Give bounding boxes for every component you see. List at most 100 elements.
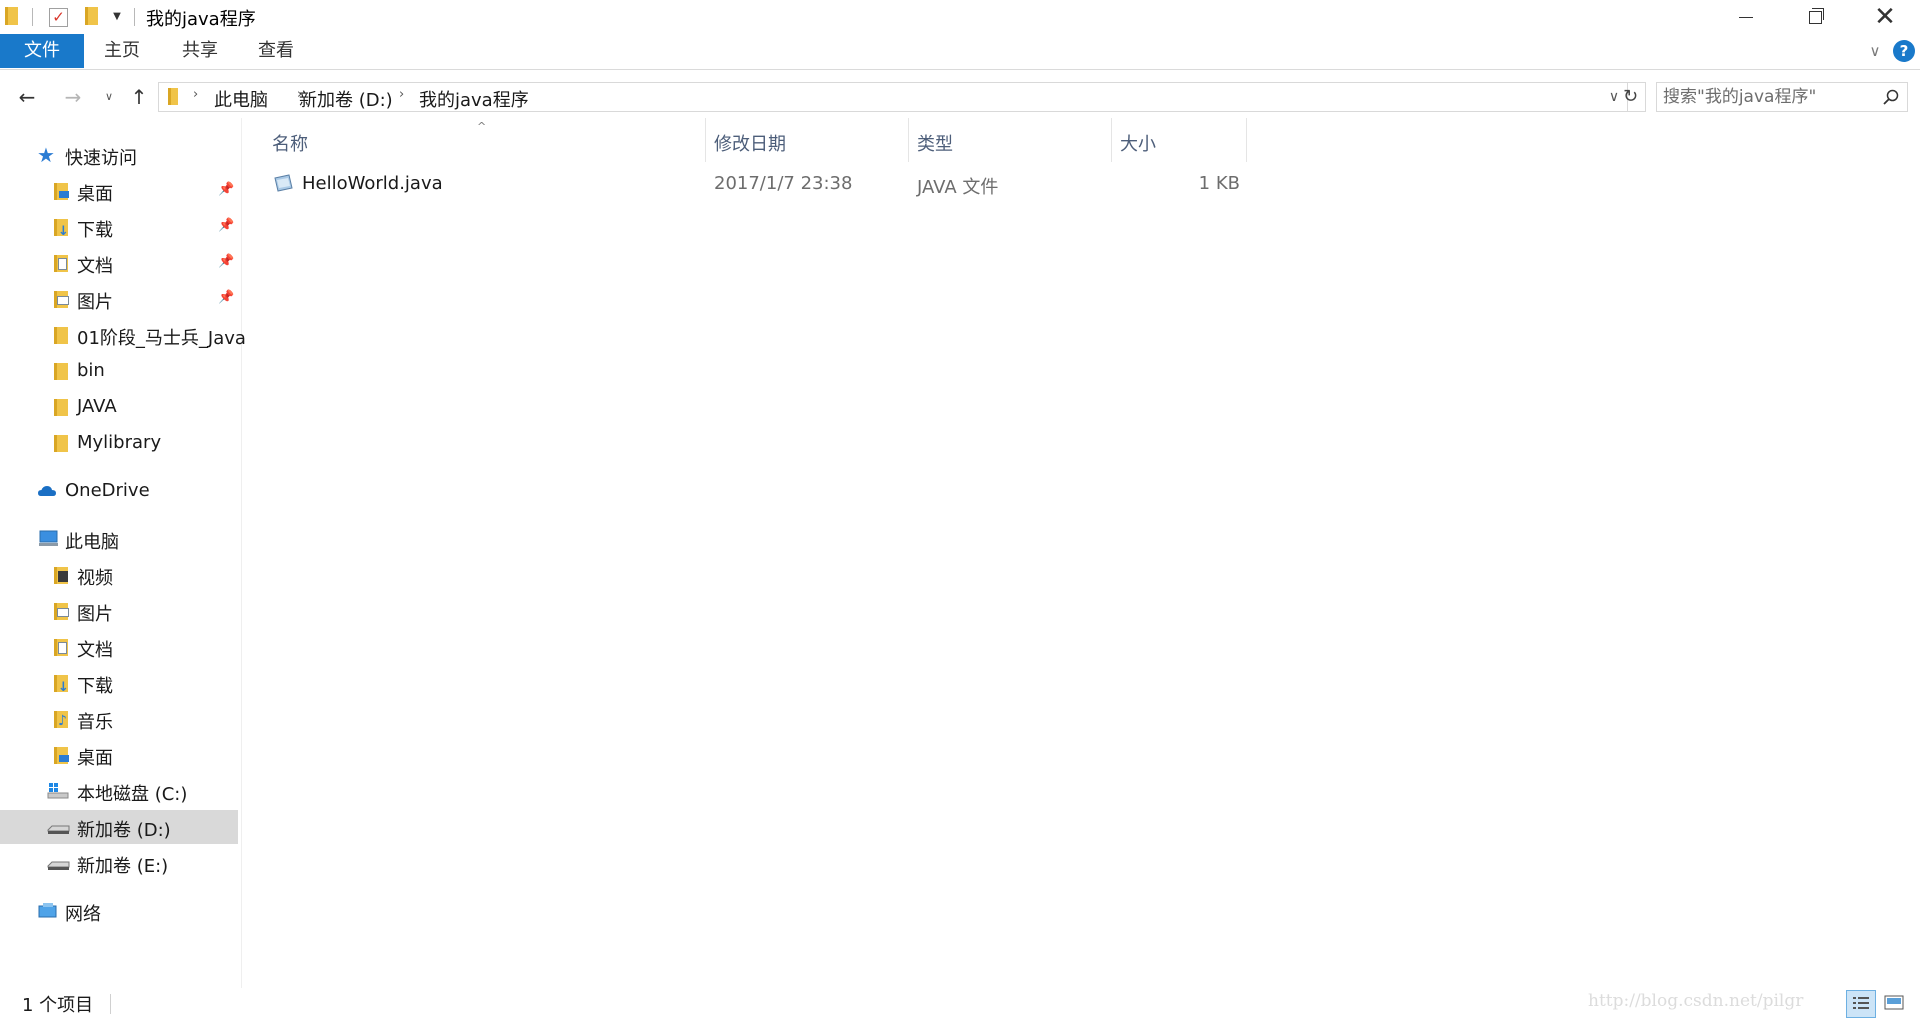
search-input[interactable] [1663, 85, 1873, 109]
search-box[interactable] [1656, 82, 1908, 112]
nav-item-drive-c[interactable]: 本地磁盘 (C:) [0, 774, 238, 808]
desktop-folder-icon [51, 181, 71, 201]
nav-label: 新加卷 (D:) [77, 820, 171, 841]
ribbon-tabs: 文件 主页 共享 查看 ∨ ? [0, 34, 1920, 70]
file-name: HelloWorld.java [302, 173, 443, 194]
pin-icon[interactable]: 📌 [218, 218, 234, 233]
close-button[interactable]: ✕ [1850, 0, 1920, 34]
nav-item-01-stage[interactable]: 01阶段_马士兵_Java [0, 318, 246, 352]
title-bar: ✓ ▼ 我的java程序 ✕ [0, 0, 1920, 34]
nav-label: OneDrive [65, 480, 150, 501]
forward-button[interactable]: → [60, 84, 86, 110]
breadcrumb-drive-d[interactable]: 新加卷 (D:) [299, 86, 393, 112]
pin-icon[interactable]: 📌 [218, 182, 234, 197]
refresh-button[interactable]: ↻ [1616, 82, 1646, 112]
back-button[interactable]: ← [14, 84, 40, 110]
windows-drive-icon [47, 781, 69, 801]
tab-home[interactable]: 主页 [86, 34, 158, 68]
nav-item-pc-pictures[interactable]: 图片 [0, 594, 238, 628]
breadcrumb-separator[interactable]: › [399, 87, 404, 102]
folder-icon [51, 325, 71, 345]
nav-item-drive-d[interactable]: 新加卷 (D:) [0, 810, 238, 844]
nav-label: 桌面 [77, 748, 113, 769]
large-icons-view-button[interactable] [1880, 990, 1910, 1018]
nav-item-music[interactable]: ♪ 音乐 [0, 702, 238, 736]
nav-this-pc[interactable]: 此电脑 [0, 522, 238, 556]
tab-view[interactable]: 查看 [240, 34, 312, 68]
breadcrumb-current-folder[interactable]: 我的java程序 [419, 86, 529, 112]
column-header-type[interactable]: 类型 [909, 118, 1112, 162]
pictures-folder-icon [51, 289, 71, 309]
breadcrumb-separator[interactable]: › [193, 87, 198, 102]
nav-label: 01阶段_马士兵_Java [77, 328, 246, 349]
nav-item-documents[interactable]: 文档 📌 [0, 246, 238, 280]
nav-label: 新加卷 (E:) [77, 856, 169, 877]
nav-item-bin[interactable]: bin [0, 354, 238, 388]
nav-network[interactable]: 网络 [0, 894, 238, 928]
cloud-icon [37, 481, 57, 501]
nav-item-mylibrary[interactable]: Mylibrary [0, 426, 238, 460]
nav-item-downloads[interactable]: ↓ 下载 📌 [0, 210, 238, 244]
folder-icon [51, 361, 71, 381]
nav-label: 音乐 [77, 712, 113, 733]
documents-folder-icon [51, 637, 71, 657]
nav-item-pc-downloads[interactable]: ↓ 下载 [0, 666, 238, 700]
nav-label: 此电脑 [65, 532, 119, 553]
pin-icon[interactable]: 📌 [218, 290, 234, 305]
tab-file[interactable]: 文件 [0, 34, 84, 68]
file-row[interactable]: HelloWorld.java 2017/1/7 23:38 JAVA 文件 1… [264, 168, 1264, 200]
nav-item-pc-desktop[interactable]: 桌面 [0, 738, 238, 772]
restore-button[interactable] [1780, 0, 1850, 34]
divider [110, 994, 111, 1014]
status-bar: 1 个项目 http://blog.csdn.net/pilgr [0, 988, 1920, 1020]
network-icon [37, 901, 57, 921]
expand-ribbon-icon[interactable]: ∨ [1864, 40, 1886, 62]
folder-icon [51, 433, 71, 453]
nav-label: 文档 [77, 640, 113, 661]
new-folder-icon[interactable] [85, 7, 98, 25]
nav-quick-access[interactable]: ★ 快速访问 [0, 138, 238, 172]
nav-item-desktop[interactable]: 桌面 📌 [0, 174, 238, 208]
nav-label: 网络 [65, 904, 101, 925]
nav-item-java[interactable]: JAVA [0, 390, 238, 424]
file-modified: 2017/1/7 23:38 [714, 173, 853, 194]
nav-label: 快速访问 [65, 148, 137, 169]
search-icon[interactable] [1883, 89, 1899, 105]
column-header-modified[interactable]: 修改日期 [706, 118, 909, 162]
nav-label: 图片 [77, 604, 113, 625]
column-label: 名称 [272, 134, 308, 155]
navigation-bar: ← → ∨ ↑ › 此电脑 › 新加卷 (D:) › 我的java程序 ∨ ↻ [0, 80, 1920, 114]
details-view-button[interactable] [1846, 990, 1876, 1018]
nav-label: 视频 [77, 568, 113, 589]
nav-label: 本地磁盘 (C:) [77, 784, 188, 805]
column-label: 修改日期 [714, 134, 786, 155]
minimize-button[interactable] [1710, 0, 1780, 34]
music-folder-icon: ♪ [51, 709, 71, 729]
column-header-name[interactable]: 名称 [264, 118, 706, 162]
divider [134, 8, 135, 26]
nav-item-videos[interactable]: 视频 [0, 558, 238, 592]
nav-label: Mylibrary [77, 432, 162, 453]
documents-folder-icon [51, 253, 71, 273]
address-bar[interactable]: › 此电脑 › 新加卷 (D:) › 我的java程序 ∨ [158, 82, 1628, 112]
breadcrumb-this-pc[interactable]: 此电脑 [214, 86, 268, 112]
nav-item-pictures[interactable]: 图片 📌 [0, 282, 238, 316]
desktop-folder-icon [51, 745, 71, 765]
nav-onedrive[interactable]: OneDrive [0, 474, 238, 508]
nav-label: bin [77, 360, 105, 381]
column-header-size[interactable]: 大小 [1112, 118, 1247, 162]
drive-icon [47, 817, 70, 837]
nav-item-pc-documents[interactable]: 文档 [0, 630, 238, 664]
up-button[interactable]: ↑ [126, 84, 152, 110]
nav-item-drive-e[interactable]: 新加卷 (E:) [0, 846, 238, 880]
properties-icon[interactable]: ✓ [49, 8, 68, 27]
nav-label: 文档 [77, 256, 113, 277]
recent-locations-button[interactable]: ∨ [96, 84, 122, 110]
pin-icon[interactable]: 📌 [218, 254, 234, 269]
help-icon[interactable]: ? [1893, 40, 1915, 62]
folder-icon [168, 88, 178, 105]
customize-toolbar-icon[interactable]: ▼ [110, 9, 124, 25]
nav-label: 图片 [77, 292, 113, 313]
navigation-pane: ★ 快速访问 桌面 📌 ↓ 下载 📌 文档 📌 图片 📌 01阶段_马士兵_Ja… [0, 118, 246, 988]
tab-share[interactable]: 共享 [164, 34, 236, 68]
